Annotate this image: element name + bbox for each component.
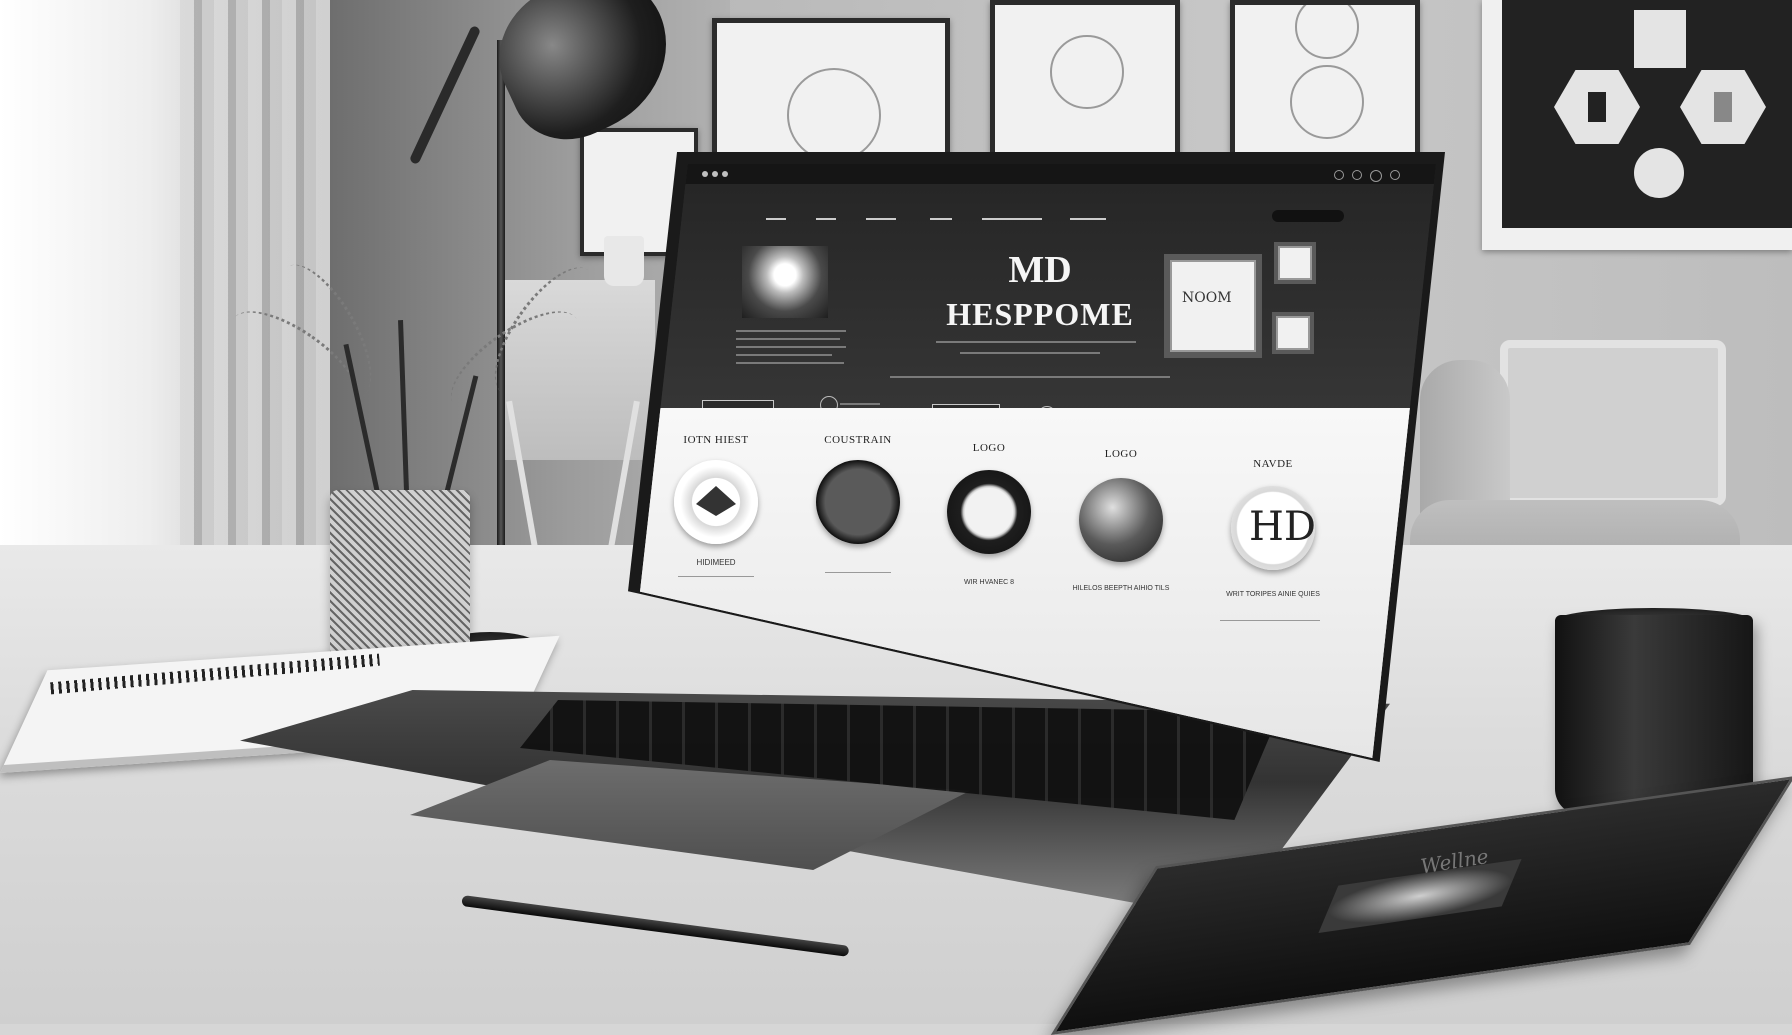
hero-subtitle: HESPPOME [946,296,1134,332]
card-caption: HILELOS BEEPTH AIHIO TILS [1072,585,1170,592]
card-title: LOGO [1104,448,1138,460]
card-caption: WRIT TORIPES AINIE QUIES [1226,591,1320,598]
window-dot[interactable] [722,171,728,177]
nav-link[interactable] [866,218,896,220]
dark-orb-icon [816,460,900,544]
nav-search-input[interactable] [1272,210,1344,222]
card-title: IOTN HIEST [683,434,749,446]
globe-icon [1079,478,1163,562]
hero-small-frame [1274,242,1316,284]
card-title: LOGO [972,442,1006,454]
toolbar-circle-icon[interactable] [1390,170,1400,180]
window-dot[interactable] [712,171,718,177]
card-title: COUSTRAIN [824,434,892,446]
profile-icon[interactable] [1370,170,1382,182]
background-plant-pot [604,236,644,286]
nav-link[interactable] [930,218,952,220]
card-caption: WIR HVANEC 8 [963,579,1015,586]
nav-link[interactable] [816,218,836,220]
emblem-icon [674,460,758,544]
wall-frame-3 [1230,0,1420,170]
hero-framed-picture: NOOM [1164,254,1262,358]
nav-link[interactable] [982,218,1042,220]
nav-link[interactable] [1070,218,1106,220]
hero-title: MD [1008,249,1072,291]
wall-poster-hexagons [1482,0,1792,250]
mug [1555,615,1753,815]
window-dot[interactable] [702,171,708,177]
letter-logo-icon: HD [1231,486,1316,570]
browser-toolbar [640,164,1436,184]
nav-link[interactable] [766,218,786,220]
wall-frame-2 [990,0,1180,170]
card-caption: HIDIMEED [696,558,736,567]
card-title: NAVDE [1253,458,1293,470]
hero-small-frame [1272,312,1314,354]
chair-back [1500,340,1726,506]
ring-icon [947,470,1031,554]
toolbar-circle-icon[interactable] [1334,170,1344,180]
toolbar-circle-icon[interactable] [1352,170,1362,180]
hero-sunset-image [742,246,828,318]
